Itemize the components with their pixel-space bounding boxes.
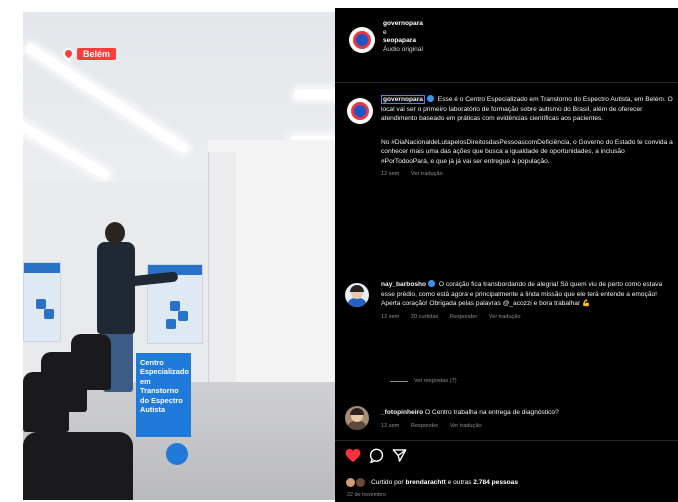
comment: _fotopinheiro O Centro trabalha na entre… bbox=[381, 408, 673, 431]
header-user1[interactable]: governopara bbox=[383, 20, 423, 29]
comment-username[interactable]: _fotopinheiro bbox=[381, 409, 423, 416]
comment-meta: 12 sem Responder Ver tradução bbox=[381, 422, 673, 432]
likes-text: Curtido por brendarachtt e outras 2.784 … bbox=[371, 479, 518, 486]
verified-badge-icon bbox=[426, 95, 434, 102]
governopara-avatar[interactable] bbox=[349, 27, 375, 53]
photo-caption-box: Centro Especializado em Transtorno do Es… bbox=[136, 353, 191, 437]
comment-time: 12 sem bbox=[381, 313, 400, 320]
comment-time: 12 sem bbox=[381, 422, 400, 429]
comment-translate-link[interactable]: Ver tradução bbox=[489, 314, 521, 320]
post-caption: governopara Esse é o Centro Especializad… bbox=[381, 95, 673, 180]
chair bbox=[23, 432, 133, 500]
caption-dot bbox=[166, 443, 188, 465]
view-replies-button[interactable]: Ver respostas (7) bbox=[390, 378, 457, 384]
post-date: 22 de novembro bbox=[347, 492, 386, 498]
pillar bbox=[208, 152, 236, 382]
wall-poster bbox=[23, 262, 61, 342]
share-send-icon[interactable] bbox=[392, 448, 407, 463]
comment-username[interactable]: nay_barbosho bbox=[381, 281, 426, 288]
likes-user[interactable]: brendarachtt bbox=[405, 479, 445, 486]
caption-meta: 12 sem Ver tradução bbox=[381, 170, 673, 180]
caption-avatar[interactable] bbox=[347, 98, 373, 124]
ceiling-light bbox=[295, 90, 335, 99]
comment-meta: 12 sem 20 curtidas Responder Ver traduçã… bbox=[381, 313, 673, 323]
comment-bubble-icon[interactable] bbox=[369, 448, 384, 463]
divider bbox=[335, 82, 678, 83]
reply-button[interactable]: Responder bbox=[450, 314, 477, 320]
comment-translate-link[interactable]: Ver tradução bbox=[450, 423, 482, 429]
liker-avatar bbox=[355, 476, 366, 488]
original-audio-link[interactable]: Áudio original bbox=[383, 46, 423, 55]
instagram-post-view: Belém Centro Especializado em Transtorno… bbox=[0, 0, 678, 502]
verified-badge-icon bbox=[428, 280, 436, 287]
location-tag[interactable]: Belém bbox=[60, 45, 117, 62]
caption-time: 12 sem bbox=[381, 171, 400, 177]
caption-translate-link[interactable]: Ver tradução bbox=[411, 171, 443, 177]
like-heart-icon[interactable] bbox=[345, 448, 361, 463]
caption-hashtags: No #DiaNacionaldeLutapelosDireitosdasPes… bbox=[381, 138, 673, 165]
comment-avatar[interactable] bbox=[345, 283, 369, 307]
chair bbox=[71, 334, 111, 390]
comment-avatar[interactable] bbox=[345, 406, 369, 430]
likes-suffix: e outras bbox=[447, 478, 472, 486]
header-separator: e bbox=[383, 28, 387, 36]
post-panel: governopara e seopapara Áudio original g… bbox=[335, 8, 678, 502]
person bbox=[97, 242, 135, 334]
person-head bbox=[105, 222, 125, 244]
location-label: Belém bbox=[77, 47, 117, 60]
comment-text: O Centro trabalha na entrega de diagnóst… bbox=[424, 409, 559, 416]
location-pin-icon bbox=[60, 45, 77, 62]
comment-likes[interactable]: 20 curtidas bbox=[411, 314, 438, 320]
likes-summary[interactable]: Curtido por brendarachtt e outras 2.784 … bbox=[345, 475, 518, 489]
comment: nay_barbosho O coração fica transbordand… bbox=[381, 280, 673, 322]
post-header: governopara e seopapara Áudio original bbox=[383, 20, 423, 54]
reply-button[interactable]: Responder bbox=[411, 423, 438, 429]
likes-prefix: Curtido por bbox=[371, 478, 404, 486]
post-actions bbox=[345, 446, 407, 464]
view-replies-label: Ver respostas (7) bbox=[414, 378, 457, 384]
divider bbox=[335, 440, 678, 441]
header-user2[interactable]: seopapara bbox=[383, 37, 423, 46]
caption-username[interactable]: governopara bbox=[381, 95, 425, 104]
likes-count[interactable]: 2.784 pessoas bbox=[473, 479, 518, 486]
